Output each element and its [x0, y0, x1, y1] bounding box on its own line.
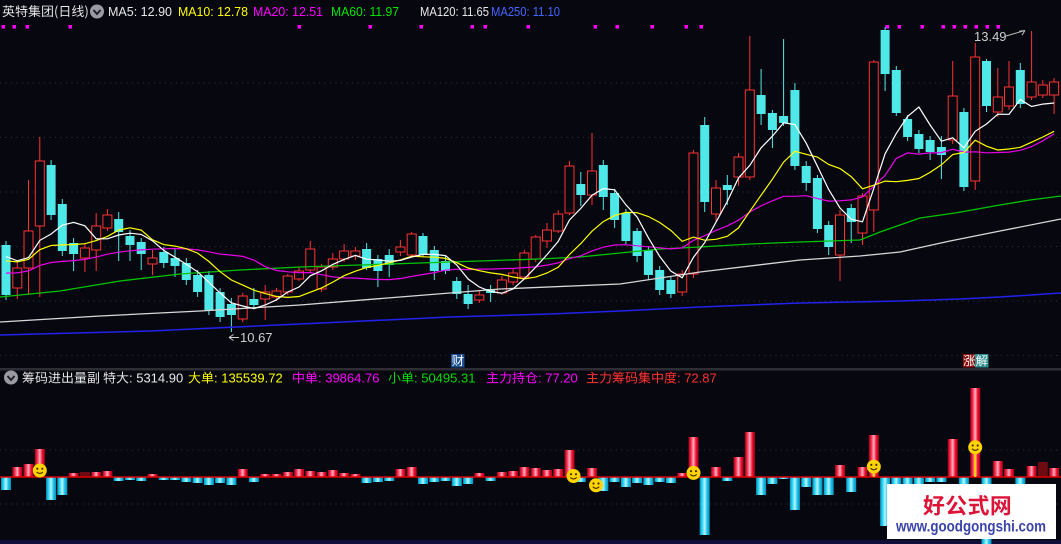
svg-text:MA120: 11.65: MA120: 11.65: [420, 4, 489, 19]
svg-text:10.67: 10.67: [240, 330, 273, 345]
svg-text:MA20: 12.51: MA20: 12.51: [253, 4, 323, 19]
svg-text:: 5314.90: : 5314.90: [129, 371, 183, 386]
svg-text:: 50495.31: : 50495.31: [414, 371, 475, 386]
svg-text:: 72.87: : 72.87: [677, 371, 717, 386]
svg-text:www.goodgongshi.com: www.goodgongshi.com: [895, 519, 1046, 536]
svg-text:13.49: 13.49: [974, 29, 1007, 44]
svg-text:: 39864.76: : 39864.76: [318, 371, 379, 386]
svg-text:: 135539.72: : 135539.72: [214, 371, 283, 386]
svg-text:MA60: 11.97: MA60: 11.97: [331, 4, 399, 19]
svg-text:MA5: 12.90: MA5: 12.90: [108, 4, 172, 19]
svg-text:MA10: 12.78: MA10: 12.78: [178, 4, 248, 19]
svg-text:MA250: 11.10: MA250: 11.10: [491, 4, 560, 19]
svg-text:: 77.20: : 77.20: [538, 371, 578, 386]
